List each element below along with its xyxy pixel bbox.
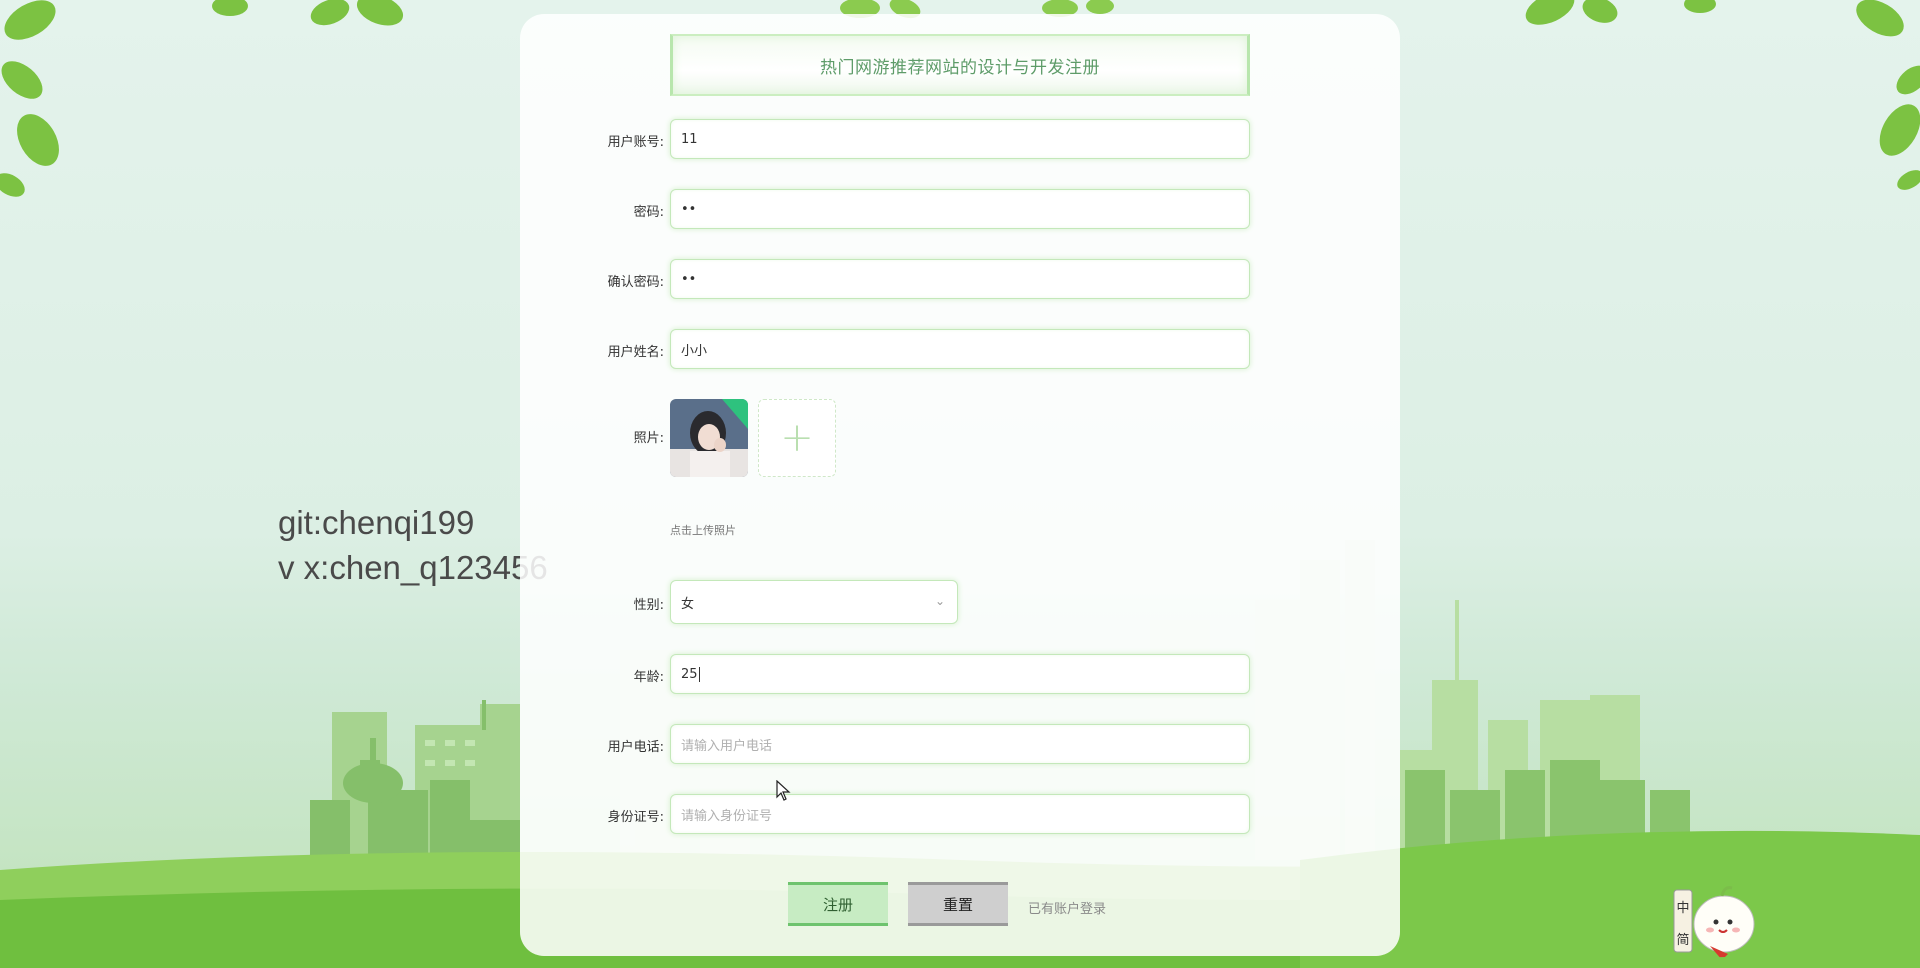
chevron-down-icon: ⌄ bbox=[934, 594, 945, 608]
form-title-box: 热门网游推荐网站的设计与开发注册 bbox=[670, 34, 1250, 96]
name-label: 用户姓名: bbox=[607, 345, 664, 360]
gender-label: 性别: bbox=[633, 598, 664, 613]
login-link[interactable]: 已有账户登录 bbox=[1028, 898, 1106, 917]
plus-icon: + bbox=[780, 415, 814, 461]
name-input-value: 小小 bbox=[681, 343, 708, 359]
confirm-password-input[interactable]: •• bbox=[670, 259, 1250, 299]
password-input-value: •• bbox=[681, 201, 697, 217]
id-number-input-placeholder: 请输入身份证号 bbox=[681, 808, 773, 824]
age-input-value: 25 bbox=[681, 666, 698, 682]
phone-input[interactable]: 请输入用户电话 bbox=[670, 724, 1250, 764]
form-title: 热门网游推荐网站的设计与开发注册 bbox=[820, 57, 1100, 78]
gender-select[interactable]: 女 ⌄ bbox=[670, 580, 958, 624]
photo-label: 照片: bbox=[633, 431, 664, 446]
mouse-pointer-icon bbox=[776, 780, 791, 801]
watermark-line-git: git:chenqi199 bbox=[278, 504, 475, 541]
account-input-value: 11 bbox=[681, 131, 698, 147]
reset-button[interactable]: 重置 bbox=[908, 882, 1008, 926]
phone-input-placeholder: 请输入用户电话 bbox=[681, 738, 773, 754]
photo-upload-button[interactable]: + bbox=[758, 399, 836, 477]
watermark-line-wechat: v x:chen_q123456 bbox=[278, 549, 548, 586]
id-number-input[interactable]: 请输入身份证号 bbox=[670, 794, 1250, 834]
password-input[interactable]: •• bbox=[670, 189, 1250, 229]
text-caret bbox=[698, 666, 700, 682]
register-button[interactable]: 注册 bbox=[788, 882, 888, 926]
account-label: 用户账号: bbox=[607, 135, 664, 150]
uploaded-photo-thumbnail[interactable] bbox=[670, 399, 748, 477]
mascot-sign-char-1: 中 bbox=[1676, 901, 1689, 916]
gender-select-value: 女 bbox=[681, 596, 695, 612]
age-input[interactable]: 25 bbox=[670, 654, 1250, 694]
account-input[interactable]: 11 bbox=[670, 119, 1250, 159]
photo-upload-hint[interactable]: 点击上传照片 bbox=[670, 522, 736, 538]
mascot-sign-char-2: 简 bbox=[1676, 932, 1689, 948]
photo-image bbox=[670, 399, 748, 477]
age-label: 年龄: bbox=[633, 670, 664, 685]
phone-label: 用户电话: bbox=[607, 740, 664, 755]
confirm-password-label: 确认密码: bbox=[607, 275, 664, 290]
name-input[interactable]: 小小 bbox=[670, 329, 1250, 369]
watermark-text: git:chenqi199 v x:chen_q123456 bbox=[278, 500, 548, 590]
mascot-icon[interactable]: 中 简 bbox=[1672, 876, 1772, 968]
confirm-password-input-value: •• bbox=[681, 271, 697, 287]
registration-panel: 热门网游推荐网站的设计与开发注册 用户账号: 11 密码: •• 确认密码: •… bbox=[520, 14, 1400, 956]
password-label: 密码: bbox=[633, 205, 664, 220]
id-number-label: 身份证号: bbox=[607, 810, 664, 825]
